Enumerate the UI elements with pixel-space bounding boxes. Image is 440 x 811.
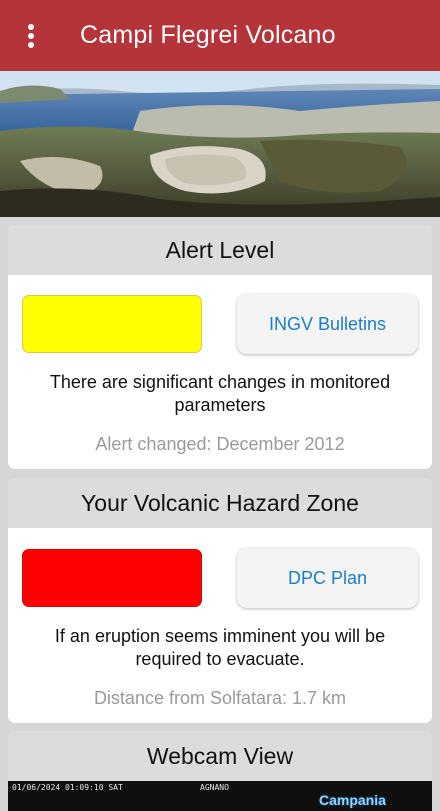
alert-level-card: Alert Level INGV Bulletins There are sig… [8, 225, 432, 469]
webcam-location: AGNANO [200, 783, 229, 792]
dpc-plan-button[interactable]: DPC Plan [237, 548, 418, 608]
hazard-zone-header: Your Volcanic Hazard Zone [8, 478, 432, 528]
hero-photo [0, 71, 440, 217]
distance-from-solfatara: Distance from Solfatara: 1.7 km [93, 688, 347, 708]
hazard-zone-indicator [22, 549, 202, 607]
alert-level-header: Alert Level [8, 225, 432, 275]
app-bar: Campi Flegrei Volcano [0, 0, 440, 71]
alert-message: There are significant changes in monitor… [49, 372, 391, 415]
webcam-card: Webcam View 01/06/2024 01:09:10 SAT AGNA… [8, 731, 432, 811]
campania-logo: Campania [319, 792, 386, 808]
webcam-timestamp: 01/06/2024 01:09:10 SAT [12, 783, 123, 792]
alert-level-indicator [22, 295, 202, 353]
hazard-zone-message: If an eruption seems imminent you will b… [54, 626, 386, 669]
app-title: Campi Flegrei Volcano [80, 21, 336, 49]
ingv-bulletins-button[interactable]: INGV Bulletins [237, 294, 418, 354]
hazard-zone-card: Your Volcanic Hazard Zone DPC Plan If an… [8, 478, 432, 723]
alert-changed-date: Alert changed: December 2012 [95, 434, 345, 454]
webcam-image[interactable]: 01/06/2024 01:09:10 SAT AGNANO Campania [8, 781, 432, 811]
more-vert-icon[interactable] [0, 0, 62, 71]
webcam-header: Webcam View [8, 731, 432, 781]
